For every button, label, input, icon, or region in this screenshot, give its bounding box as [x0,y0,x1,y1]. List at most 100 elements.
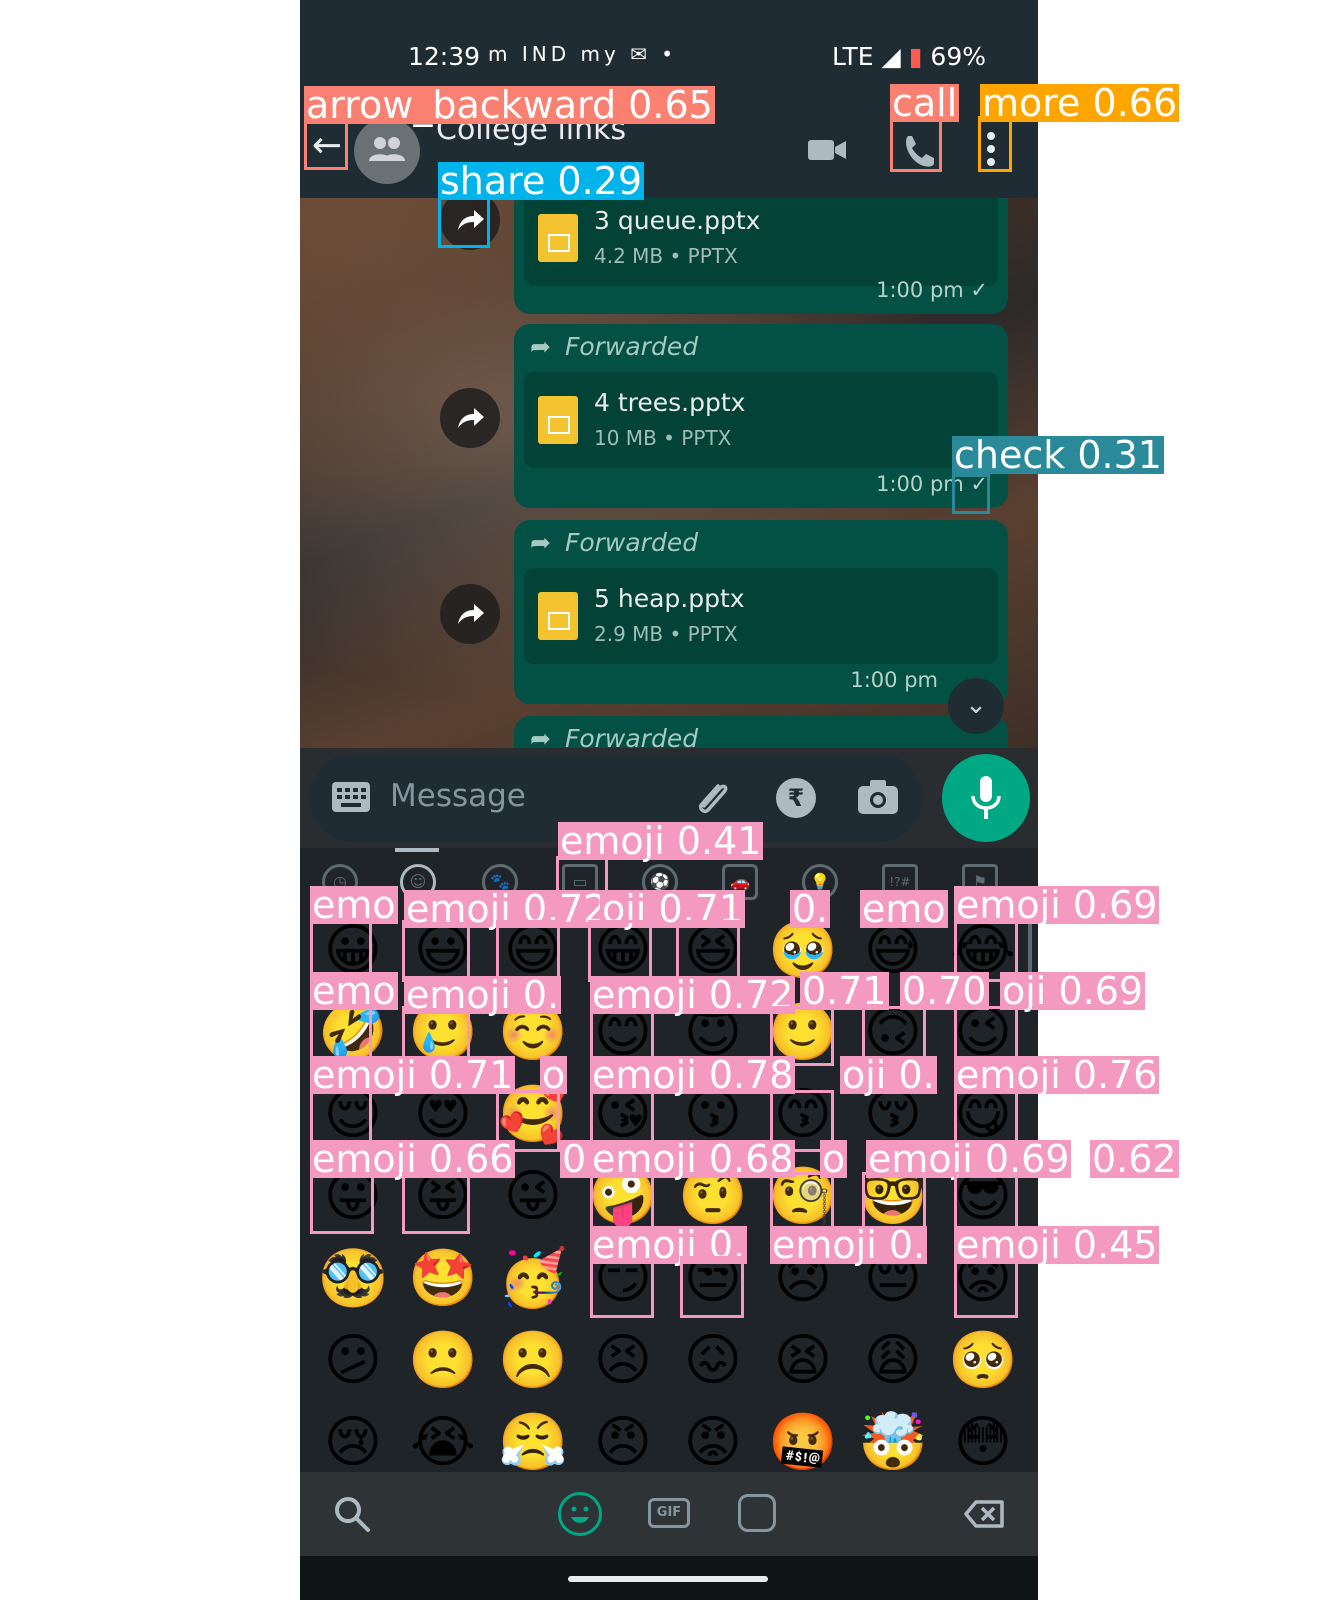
emoji-key[interactable]: ☹️ [488,1320,578,1402]
detection-label: emoji 0. [770,1223,928,1267]
microphone-icon [971,776,1001,819]
detection-box [402,1172,470,1234]
status-time: 12:39 [408,42,481,71]
detection-box [438,196,490,248]
chat-area[interactable]: 3 queue.pptx 4.2 MB • PPTX 1:00 pm ✓ ➦ Fo… [300,198,1038,748]
message-bubble[interactable]: 3 queue.pptx 4.2 MB • PPTX 1:00 pm ✓ [514,198,1008,314]
emoji-key[interactable]: 🥳 [488,1238,578,1320]
detection-label: emo [310,969,398,1013]
search-icon[interactable] [330,1492,374,1536]
keyboard-bottom-bar: GIF [300,1472,1038,1556]
detection-label: more 0.66 [980,81,1180,125]
message-bubble[interactable]: ➦ Forwarded 4 trees.pptx 10 MB • PPTX 1:0… [514,324,1008,508]
detection-label: check 0.31 [952,433,1164,477]
detection-label: call [890,81,960,125]
payment-icon[interactable]: ₹ [776,778,816,818]
pptx-file-icon [538,592,578,640]
detection-label: emoji 0.45 [954,1223,1160,1267]
detection-label: 0.70 [900,969,989,1013]
category-indicator [395,848,439,852]
forwarded-label: ➦ Forwarded [530,332,699,361]
navigation-area [300,1556,1038,1600]
camera-icon[interactable] [858,780,898,814]
emoji-key[interactable]: 😣 [578,1320,668,1402]
detection-label: 0.62 [1090,1137,1179,1181]
emoji-key[interactable]: 🥸 [308,1238,398,1320]
detection-label: emoji 0.76 [954,1053,1160,1097]
message-placeholder: Message [390,778,526,814]
detection-label: emoji 0.71 [310,1053,516,1097]
backspace-icon[interactable] [962,1492,1006,1536]
share-icon[interactable] [440,584,500,644]
emoji-key[interactable]: 😡 [668,1402,758,1472]
emoji-key[interactable]: 😕 [308,1320,398,1402]
file-name: 5 heap.pptx [594,584,745,613]
emoji-key[interactable]: 🤯 [848,1402,938,1472]
emoji-key[interactable]: 😫 [758,1320,848,1402]
keyboard-icon[interactable] [332,782,370,812]
gif-tab[interactable]: GIF [648,1498,690,1528]
detection-label: emoji 0.78 [590,1053,796,1097]
detection-label: emoji 0.72 [590,973,796,1017]
scroll-to-bottom-button[interactable]: ⌄ [948,678,1004,734]
group-icon [369,137,405,161]
attach-icon[interactable] [692,776,732,816]
detection-label: emoji 0.69 [954,883,1160,927]
detection-label: oji 0.69 [1000,969,1146,1013]
emoji-key[interactable]: 🤬 [758,1402,848,1472]
forward-icon: ➦ [530,528,551,557]
battery-icon: ▮ [908,42,923,71]
detection-label: oji 0. [840,1053,937,1097]
file-name: 4 trees.pptx [594,388,746,417]
emoji-key[interactable]: 😩 [848,1320,938,1402]
emoji-key[interactable]: 😤 [488,1402,578,1472]
group-avatar[interactable] [354,118,420,184]
emoji-key[interactable]: 🤩 [398,1238,488,1320]
pptx-file-icon [538,396,578,444]
sticker-tab-icon[interactable] [738,1494,776,1532]
file-card[interactable]: 3 queue.pptx 4.2 MB • PPTX [524,198,998,286]
detection-label: emoji 0.41 [558,819,764,863]
file-card[interactable]: 5 heap.pptx 2.9 MB • PPTX [524,568,998,664]
detection-label: o [820,1137,848,1181]
emoji-key[interactable]: 😖 [668,1320,758,1402]
notification-icons: m IND my ✉ • [488,42,678,66]
message-time: 1:00 pm ✓ [876,278,988,302]
emoji-key[interactable]: 🥺 [938,1320,1028,1402]
file-name: 3 queue.pptx [594,206,761,235]
detection-label: emo [310,883,398,927]
battery-level: 69% [930,42,986,71]
emoji-tab-icon[interactable] [558,1492,602,1536]
emoji-key[interactable]: 😠 [578,1402,668,1472]
detection-label: 0.71 [800,969,889,1013]
forward-icon: ➦ [530,724,551,748]
file-meta: 10 MB • PPTX [594,426,732,450]
forwarded-label: ➦ Forwarded [530,724,698,748]
detection-label: 0. [790,887,831,931]
file-meta: 4.2 MB • PPTX [594,244,738,268]
video-call-icon[interactable] [808,130,848,170]
phone-screen: 12:39 m IND my ✉ • LTE ◢ ▮ 69% ← College… [300,0,1038,1600]
emoji-key[interactable]: 😳 [938,1402,1028,1472]
network-indicator: LTE ◢ [832,42,901,71]
share-icon[interactable] [440,388,500,448]
emoji-key[interactable]: 🙁 [398,1320,488,1402]
file-meta: 2.9 MB • PPTX [594,622,738,646]
pptx-file-icon [538,214,578,262]
forwarded-label: ➦ Forwarded [530,528,699,557]
detection-label: o [540,1053,568,1097]
detection-label: arrow_backward 0.65 [304,83,715,127]
file-card[interactable]: 4 trees.pptx 10 MB • PPTX [524,372,998,468]
detection-box [680,1256,744,1318]
detection-label: share 0.29 [438,159,645,203]
microphone-button[interactable] [942,754,1030,842]
detection-box [952,474,990,514]
emoji-key[interactable]: 😭 [398,1402,488,1472]
detection-label: emoji 0. [404,973,562,1017]
message-time: 1:00 pm [850,668,938,692]
detection-label: emo [860,887,948,931]
message-bubble[interactable]: ➦ Forwarded [514,716,1008,748]
emoji-key[interactable]: 😢 [308,1402,398,1472]
home-indicator[interactable] [568,1576,768,1582]
message-bubble[interactable]: ➦ Forwarded 5 heap.pptx 2.9 MB • PPTX 1:0… [514,520,1008,704]
